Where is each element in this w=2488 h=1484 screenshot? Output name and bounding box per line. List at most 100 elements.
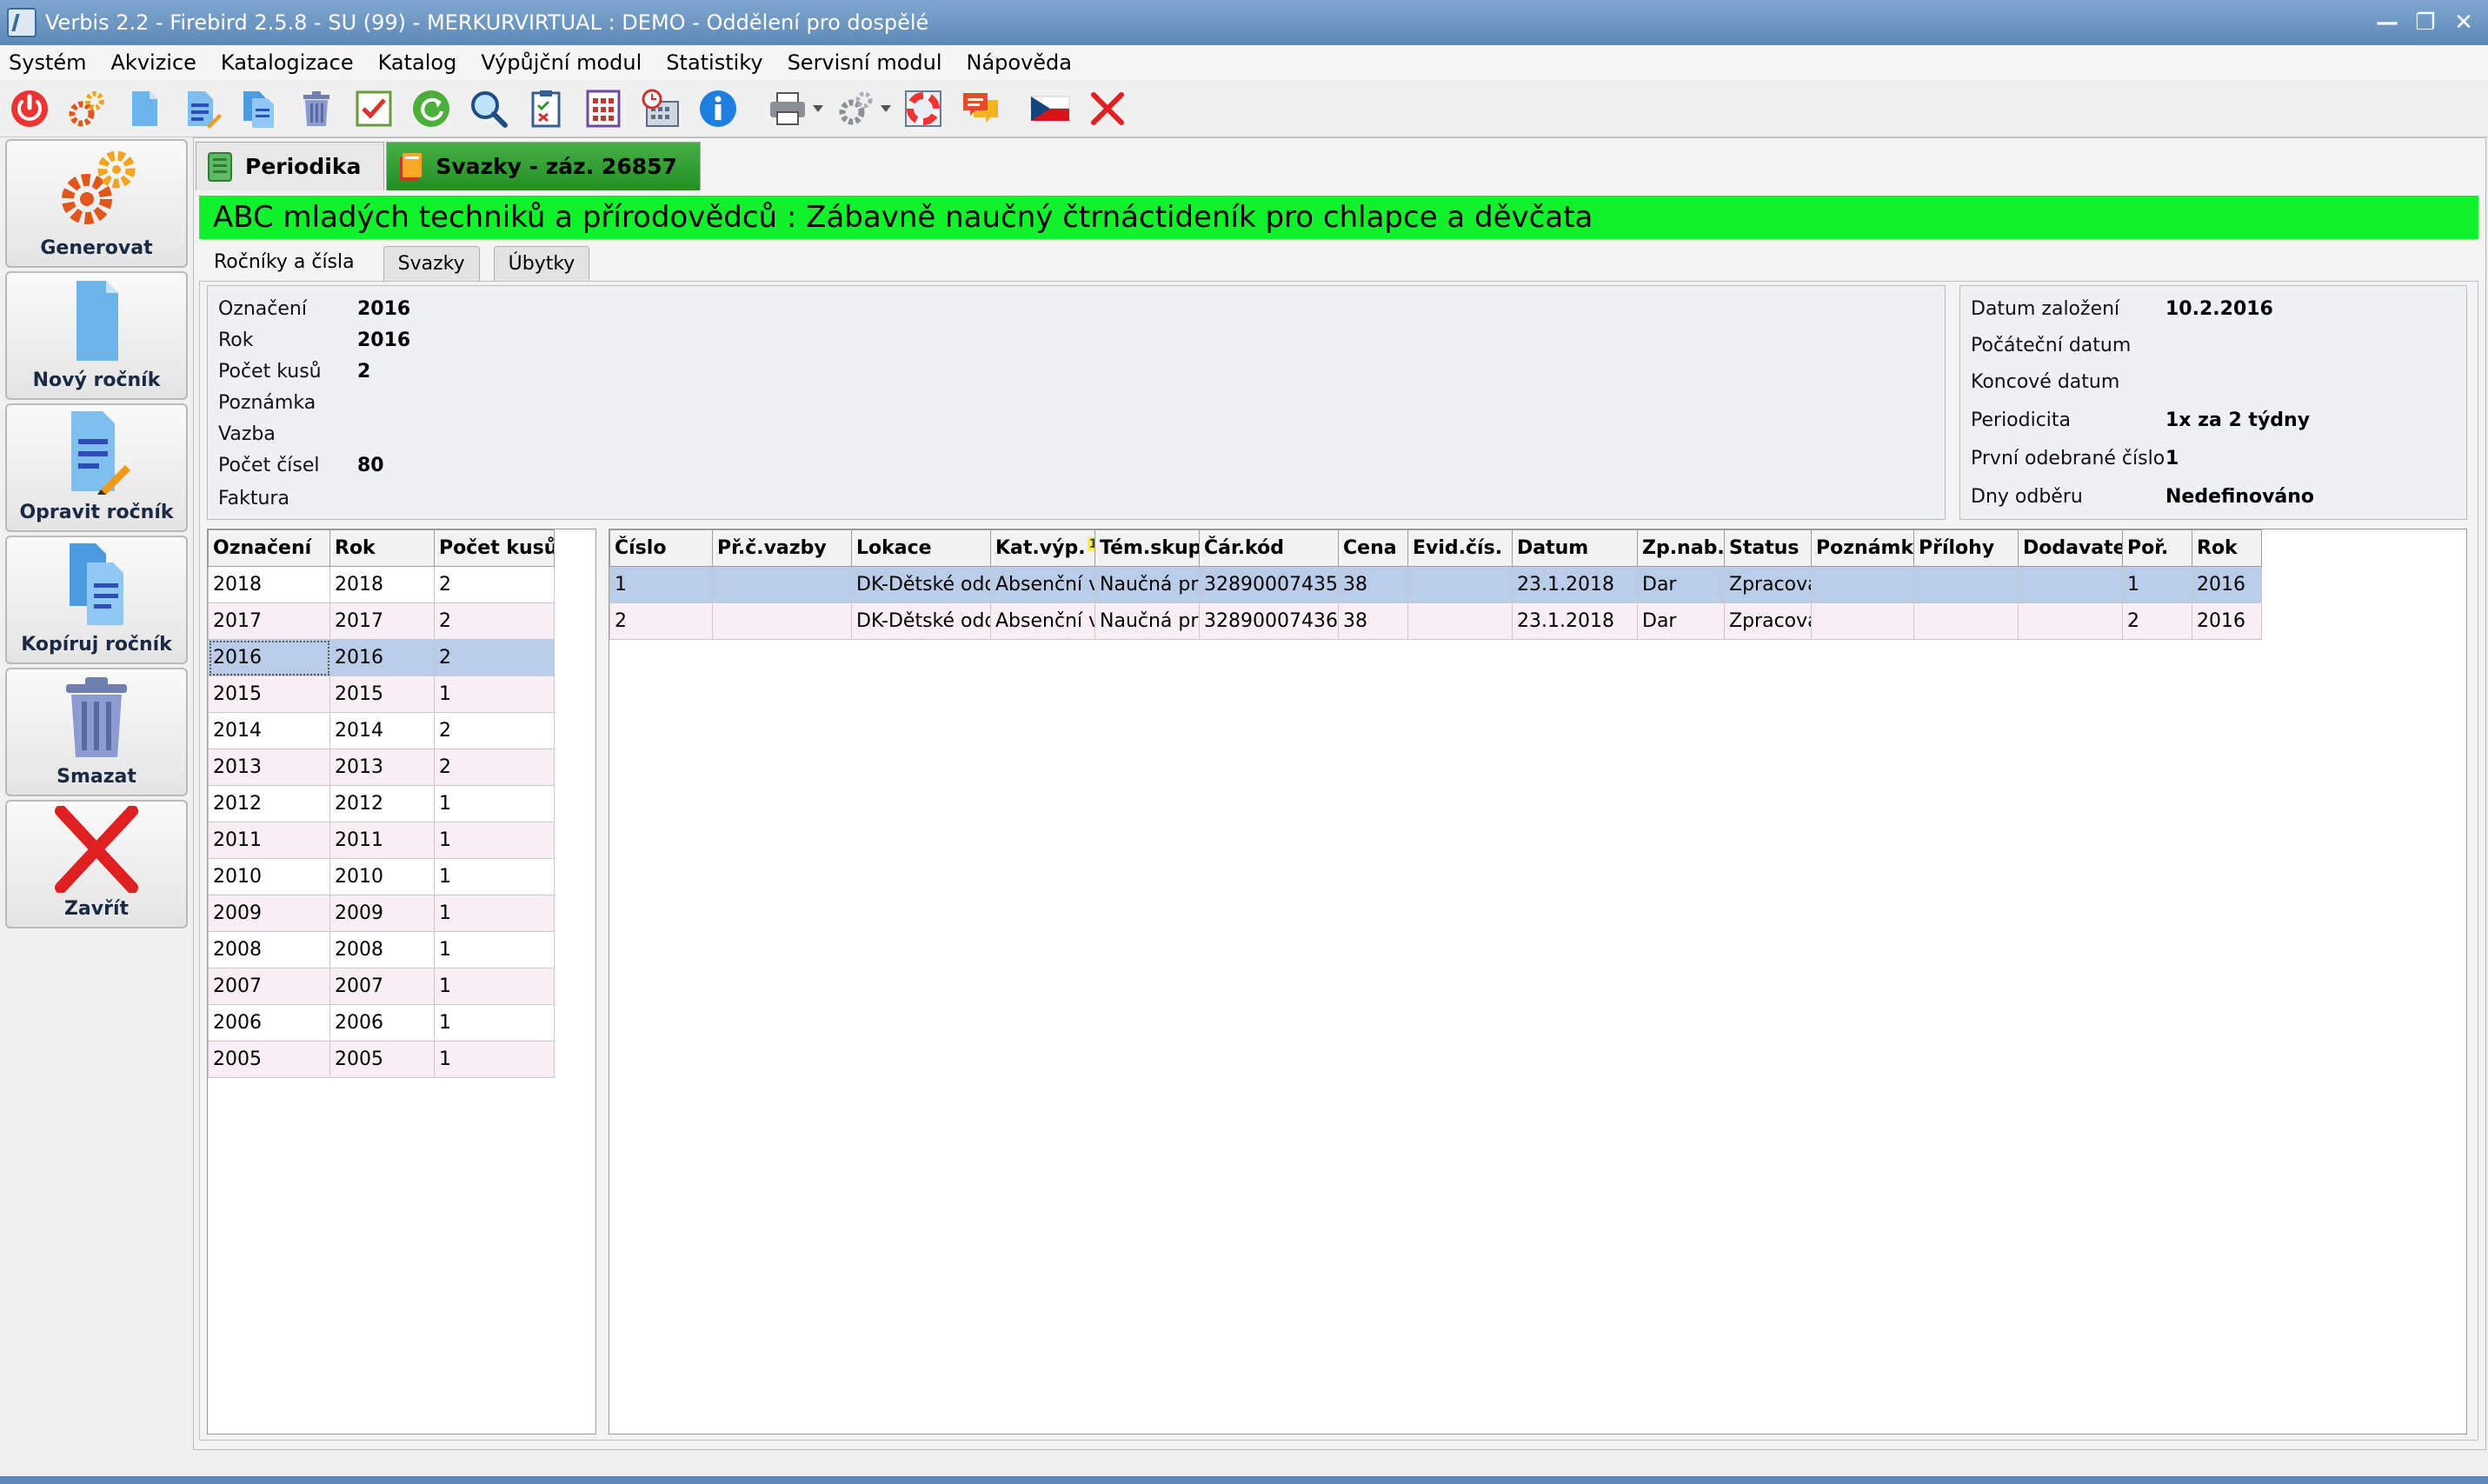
years-grid[interactable]: Označení Rok Počet kusů 2018 2018 2 2017 2017 2…	[207, 529, 596, 1434]
menu-servisni-modul[interactable]: Servisní modul	[779, 50, 958, 75]
table-row[interactable]: 2015 2015 1	[208, 675, 555, 713]
new-toolbar-button[interactable]	[120, 84, 169, 133]
table-cell[interactable]: 2008	[208, 931, 330, 968]
table-cell[interactable]	[1913, 602, 2019, 640]
tab-svazky[interactable]: Svazky - záz. 26857	[386, 142, 701, 190]
table-cell[interactable]: 2	[609, 602, 713, 640]
generate-toolbar-button[interactable]	[63, 84, 111, 133]
issues-col-kat-vyp[interactable]: Kat.výp.1	[990, 529, 1095, 567]
table-cell[interactable]: 2018	[208, 566, 330, 603]
table-cell[interactable]: 328900074359	[1199, 566, 1339, 603]
settings-dropdown-arrow[interactable]	[880, 84, 892, 133]
confirm-toolbar-button[interactable]	[349, 84, 398, 133]
table-cell[interactable]: 1	[434, 931, 555, 968]
edit-toolbar-button[interactable]	[177, 84, 226, 133]
table-row[interactable]: 2 DK-Dětské odděAbsenční výpNaučná pro328…	[609, 602, 2262, 640]
table-cell[interactable]: 2012	[329, 785, 435, 822]
table-cell[interactable]: 1	[434, 785, 555, 822]
table-cell[interactable]: 23.1.2018	[1512, 602, 1638, 640]
issues-col-evid-cis[interactable]: Evid.čís.	[1407, 529, 1513, 567]
table-row[interactable]: 2017 2017 2	[208, 602, 555, 640]
checklist-toolbar-button[interactable]	[522, 84, 570, 133]
table-cell[interactable]: 2013	[329, 749, 435, 786]
table-row[interactable]: 2007 2007 1	[208, 968, 555, 1005]
issues-col-poznamka[interactable]: Poznámka	[1811, 529, 1914, 567]
edit-year-button[interactable]: Opravit ročník	[5, 403, 188, 532]
close-toolbar-button[interactable]	[1083, 84, 1132, 133]
table-cell[interactable]: 2	[434, 749, 555, 786]
menu-katalogizace[interactable]: Katalogizace	[212, 50, 369, 75]
table-cell[interactable]: 2011	[208, 822, 330, 859]
menu-vypujcni-modul[interactable]: Výpůjční modul	[472, 50, 657, 75]
table-cell[interactable]: Absenční výp	[990, 566, 1095, 603]
table-cell[interactable]: 2006	[329, 1004, 435, 1041]
table-cell[interactable]	[2018, 602, 2123, 640]
table-row[interactable]: 2016 2016 2	[208, 639, 555, 676]
table-cell[interactable]	[1811, 602, 1914, 640]
table-row[interactable]: 2010 2010 1	[208, 858, 555, 895]
table-cell[interactable]: 2010	[329, 858, 435, 895]
copy-year-button[interactable]: Kopíruj ročník	[5, 536, 188, 664]
table-cell[interactable]: 2012	[208, 785, 330, 822]
table-cell[interactable]: 2015	[329, 675, 435, 713]
table-cell[interactable]: 2014	[329, 712, 435, 749]
years-col-oznaceni[interactable]: Označení	[208, 529, 330, 567]
issues-col-lokace[interactable]: Lokace	[851, 529, 991, 567]
power-button[interactable]	[5, 84, 54, 133]
chat-toolbar-button[interactable]	[956, 84, 1005, 133]
table-cell[interactable]: 1	[434, 1041, 555, 1078]
table-cell[interactable]	[1811, 566, 1914, 603]
issues-col-pr-c-vazby[interactable]: Př.č.vazby	[712, 529, 852, 567]
table-row[interactable]: 2005 2005 1	[208, 1041, 555, 1078]
table-cell[interactable]: DK-Dětské oddě	[851, 566, 991, 603]
table-cell[interactable]: Dar	[1637, 602, 1725, 640]
table-cell[interactable]: Zpracová	[1724, 566, 1812, 603]
table-cell[interactable]: 2016	[208, 639, 330, 676]
table-row[interactable]: 1 DK-Dětské odděAbsenční výpNaučná pro328…	[609, 566, 2262, 603]
help-toolbar-button[interactable]	[899, 84, 948, 133]
issues-col-rok[interactable]: Rok	[2192, 529, 2262, 567]
minimize-button[interactable]: —	[2368, 5, 2406, 40]
table-cell[interactable]	[712, 602, 852, 640]
table-cell[interactable]: Zpracová	[1724, 602, 1812, 640]
table-cell[interactable]: 2008	[329, 931, 435, 968]
delete-toolbar-button[interactable]	[292, 84, 341, 133]
table-cell[interactable]: Naučná pro	[1094, 566, 1200, 603]
copy-toolbar-button[interactable]	[235, 84, 283, 133]
calculator-toolbar-button[interactable]	[579, 84, 628, 133]
table-cell[interactable]: 2016	[329, 639, 435, 676]
table-cell[interactable]: 38	[1338, 566, 1408, 603]
table-cell[interactable]	[2018, 566, 2123, 603]
table-cell[interactable]: 1	[434, 895, 555, 932]
calendar-toolbar-button[interactable]	[636, 84, 685, 133]
subtab-rocniky-a-cisla[interactable]: Ročníky a čísla	[199, 243, 369, 281]
issues-grid[interactable]: ČísloPř.č.vazbyLokaceKat.výp.1Tém.skupČá…	[609, 529, 2467, 1434]
issues-col-datum[interactable]: Datum	[1512, 529, 1638, 567]
issues-col-por[interactable]: Poř.	[2122, 529, 2192, 567]
table-cell[interactable]: 2	[434, 639, 555, 676]
table-cell[interactable]: 1	[434, 858, 555, 895]
table-cell[interactable]: 2	[434, 566, 555, 603]
issues-col-tem-skup[interactable]: Tém.skup	[1094, 529, 1200, 567]
tab-periodika[interactable]: Periodika	[196, 142, 385, 190]
issues-col-prilohy[interactable]: Přílohy	[1913, 529, 2019, 567]
table-cell[interactable]: 2006	[208, 1004, 330, 1041]
menu-system[interactable]: Systém	[0, 50, 103, 75]
table-cell[interactable]: Dar	[1637, 566, 1725, 603]
table-cell[interactable]: Absenční výp	[990, 602, 1095, 640]
table-cell[interactable]: 2013	[208, 749, 330, 786]
table-cell[interactable]	[1407, 566, 1513, 603]
table-cell[interactable]: DK-Dětské oddě	[851, 602, 991, 640]
table-cell[interactable]: 328900074361	[1199, 602, 1339, 640]
table-cell[interactable]: 2017	[329, 602, 435, 640]
table-cell[interactable]: 2015	[208, 675, 330, 713]
menu-katalog[interactable]: Katalog	[369, 50, 473, 75]
table-cell[interactable]: 2016	[2192, 602, 2262, 640]
table-cell[interactable]: 2	[2122, 602, 2192, 640]
table-cell[interactable]	[1913, 566, 2019, 603]
table-cell[interactable]: 1	[2122, 566, 2192, 603]
delete-button[interactable]: Smazat	[5, 668, 188, 796]
close-button[interactable]: Zavřít	[5, 800, 188, 928]
years-col-rok[interactable]: Rok	[329, 529, 435, 567]
language-toolbar-button[interactable]	[1026, 84, 1074, 133]
